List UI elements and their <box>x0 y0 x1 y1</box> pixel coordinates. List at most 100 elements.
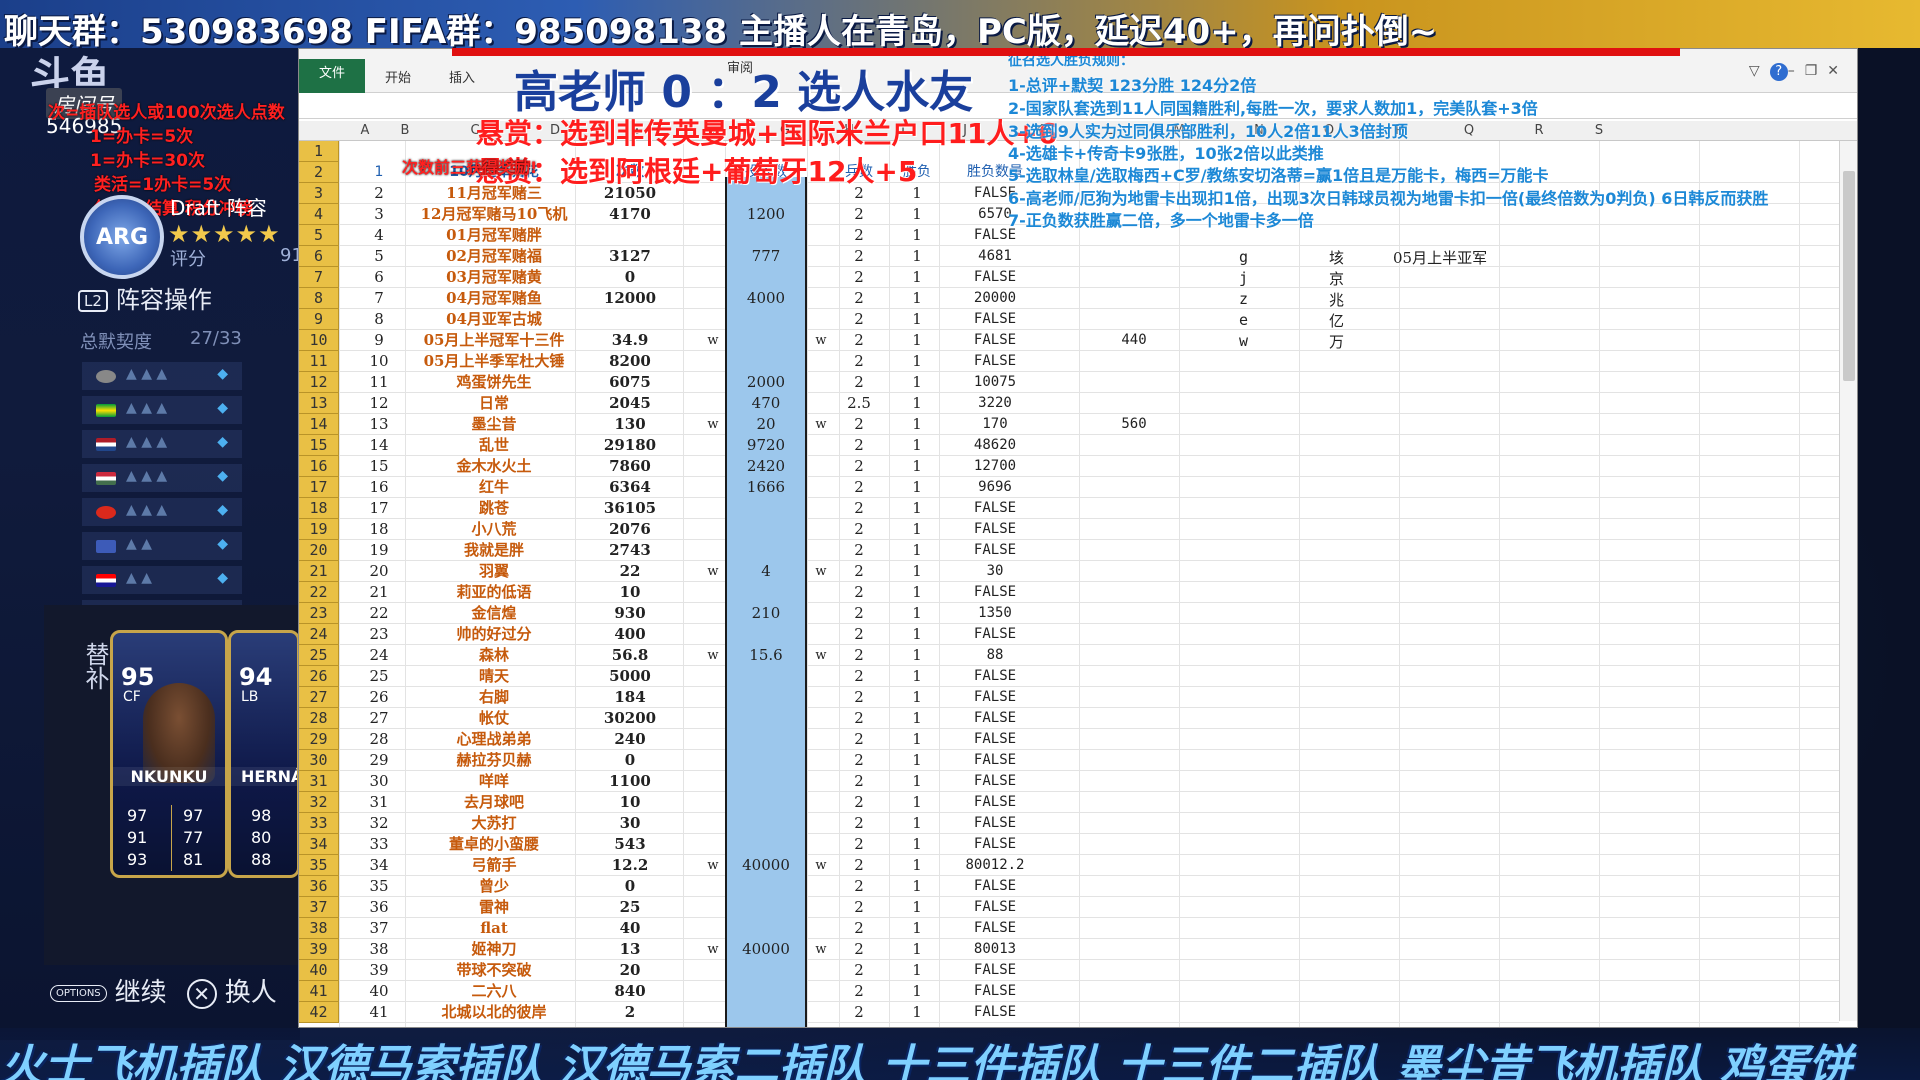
cell-two[interactable]: 2 <box>839 855 879 876</box>
cell-blue[interactable] <box>725 540 807 561</box>
cell-num[interactable]: 400 <box>585 624 675 645</box>
cell-w1[interactable] <box>703 918 723 939</box>
cell-name[interactable]: 董卓的小蛮腰 <box>413 834 575 855</box>
squad-operation-button[interactable]: L2 阵容操作 <box>78 280 212 315</box>
cell-blue[interactable]: 40000 <box>725 939 807 960</box>
cell-blue[interactable] <box>725 498 807 519</box>
row-header[interactable]: 23 <box>299 603 339 624</box>
cell-w2[interactable] <box>811 435 831 456</box>
cell-two[interactable]: 2 <box>839 372 879 393</box>
cell-blue[interactable] <box>725 792 807 813</box>
cell-name[interactable]: 莉亚的低语 <box>413 582 575 603</box>
cell-two[interactable]: 2 <box>839 960 879 981</box>
cell-blue[interactable]: 9720 <box>725 435 807 456</box>
cell-blue[interactable] <box>725 981 807 1002</box>
row-header[interactable]: 11 <box>299 351 339 372</box>
cell-blue[interactable]: 210 <box>725 603 807 624</box>
cell-blue[interactable] <box>725 687 807 708</box>
cell-w1[interactable] <box>703 435 723 456</box>
cell-num[interactable]: 30200 <box>585 708 675 729</box>
cell-w2[interactable] <box>811 981 831 1002</box>
cell-res[interactable]: 20000 <box>925 288 1065 309</box>
cell-blue[interactable]: 777 <box>725 246 807 267</box>
cell-two[interactable]: 2 <box>839 225 879 246</box>
cell-w2[interactable]: w <box>811 645 831 666</box>
cell-res[interactable]: FALSE <box>925 897 1065 918</box>
cell-blue[interactable]: 470 <box>725 393 807 414</box>
cell-num[interactable]: 543 <box>585 834 675 855</box>
row-header[interactable]: 31 <box>299 771 339 792</box>
cell-blue[interactable]: 40000 <box>725 855 807 876</box>
lookup-value[interactable]: 亿 <box>1329 310 1344 331</box>
cell-idx[interactable]: 11 <box>359 372 399 393</box>
row-header[interactable]: 36 <box>299 876 339 897</box>
row-header[interactable]: 5 <box>299 225 339 246</box>
cell-w2[interactable] <box>811 750 831 771</box>
cell-w2[interactable] <box>811 1002 831 1023</box>
cell-blue[interactable] <box>725 960 807 981</box>
cell-blue[interactable] <box>725 708 807 729</box>
cell-num[interactable]: 3127 <box>585 246 675 267</box>
continue-button[interactable]: 继续 <box>115 978 167 1008</box>
cell-num[interactable] <box>585 225 675 246</box>
cell-num[interactable]: 184 <box>585 687 675 708</box>
cell-w1[interactable] <box>703 351 723 372</box>
lookup-value[interactable]: 垓 <box>1329 247 1344 268</box>
cell-res[interactable]: 88 <box>925 645 1065 666</box>
row-header[interactable]: 40 <box>299 960 339 981</box>
cell-w1[interactable] <box>703 981 723 1002</box>
cell-w1[interactable] <box>703 666 723 687</box>
cell-num[interactable]: 10 <box>585 582 675 603</box>
cell-res[interactable]: FALSE <box>925 687 1065 708</box>
row-header[interactable]: 27 <box>299 687 339 708</box>
cell-res[interactable]: 3220 <box>925 393 1065 414</box>
swap-player-button[interactable]: 换人 <box>225 978 277 1008</box>
cell-res[interactable]: FALSE <box>925 309 1065 330</box>
row-header[interactable]: 6 <box>299 246 339 267</box>
lookup-value[interactable]: 京 <box>1329 268 1344 289</box>
row-header[interactable]: 41 <box>299 981 339 1002</box>
row-header[interactable]: 34 <box>299 834 339 855</box>
column-header[interactable]: A <box>355 123 375 138</box>
cell-w2[interactable] <box>811 666 831 687</box>
cell-w1[interactable]: w <box>703 330 723 351</box>
row-header[interactable]: 7 <box>299 267 339 288</box>
cell-idx[interactable]: 10 <box>359 351 399 372</box>
cell-w1[interactable] <box>703 309 723 330</box>
cell-res[interactable]: FALSE <box>925 1002 1065 1023</box>
cell-two[interactable]: 2 <box>839 1002 879 1023</box>
cell-w2[interactable] <box>811 813 831 834</box>
cell-two[interactable]: 2 <box>839 813 879 834</box>
cell-two[interactable]: 2 <box>839 498 879 519</box>
cell-two[interactable]: 2 <box>839 204 879 225</box>
position-row[interactable]: ▲ ▲ ▲ ◆ <box>82 498 242 526</box>
cell-res[interactable]: FALSE <box>925 267 1065 288</box>
cell-blue[interactable]: 15.6 <box>725 645 807 666</box>
cell-idx[interactable]: 15 <box>359 456 399 477</box>
cell-idx[interactable]: 18 <box>359 519 399 540</box>
cell-blue[interactable]: 4 <box>725 561 807 582</box>
cell-w1[interactable] <box>703 897 723 918</box>
position-row[interactable]: ▲ ▲ ◆ <box>82 566 242 594</box>
cell-res[interactable]: FALSE <box>925 750 1065 771</box>
cell-w2[interactable] <box>811 960 831 981</box>
cell-w1[interactable] <box>703 204 723 225</box>
cell-res[interactable]: 80012.2 <box>925 855 1065 876</box>
cell-name[interactable]: 金信煌 <box>413 603 575 624</box>
cell-idx[interactable]: 36 <box>359 897 399 918</box>
cell-idx[interactable]: 6 <box>359 267 399 288</box>
cell-w1[interactable] <box>703 1002 723 1023</box>
row-header[interactable]: 16 <box>299 456 339 477</box>
cell-num[interactable]: 36105 <box>585 498 675 519</box>
cell-idx[interactable]: 27 <box>359 708 399 729</box>
cell-w1[interactable] <box>703 624 723 645</box>
close-icon[interactable]: ✕ <box>1827 63 1849 79</box>
row-header[interactable]: 13 <box>299 393 339 414</box>
row-header[interactable]: 1 <box>299 141 339 162</box>
cell-num[interactable]: 0 <box>585 750 675 771</box>
cell-num[interactable]: 25 <box>585 897 675 918</box>
cell-name[interactable]: 赫拉芬贝赫 <box>413 750 575 771</box>
cell-blue[interactable] <box>725 813 807 834</box>
cell-w1[interactable] <box>703 771 723 792</box>
cell-blue[interactable] <box>725 624 807 645</box>
